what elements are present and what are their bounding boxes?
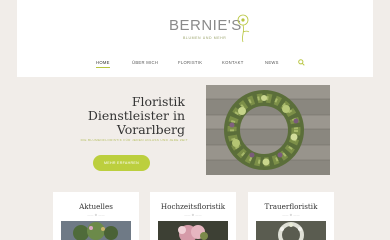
card-image [158,221,228,240]
card-title: Trauerfloristik [264,202,318,211]
site-header: BERNIE'S BLUMEN UND MEHR HOME ÜBER MICH … [17,0,373,77]
search-icon[interactable] [298,59,305,66]
nav-item-floristik[interactable]: FLORISTIK [178,60,202,65]
nav-item-kontakt[interactable]: KONTAKT [222,60,244,65]
card-title: Aktuelles [79,202,113,211]
logo-tagline: BLUMEN UND MEHR [183,36,227,40]
nav-item-news[interactable]: NEWS [265,60,279,65]
main-nav: HOME ÜBER MICH FLORISTIK KONTAKT NEWS [17,58,373,70]
wreath-image [206,85,330,175]
flower-logo-icon [237,14,250,43]
wreath-illustration [206,85,330,175]
card-image [256,221,326,240]
logo-wordmark: BERNIE'S [169,17,242,34]
card-image [61,221,131,240]
card-separator: —— ❁ —— [87,213,105,217]
card-hochzeitsfloristik[interactable]: Hochzeitsfloristik —— ❁ —— [150,192,236,240]
hero-title-line-1: Floristik [131,94,185,109]
hero-title-line-2: Dienstleister in [87,108,185,123]
card-trauerfloristik[interactable]: Trauerfloristik —— ❁ —— [248,192,334,240]
nav-item-home[interactable]: HOME [96,60,110,68]
more-info-button[interactable]: MEHR ERFAHREN [93,155,150,171]
hero-title-line-3: Vorarlberg [116,122,185,137]
site-logo[interactable]: BERNIE'S BLUMEN UND MEHR [169,14,255,44]
card-separator: —— ❁ —— [282,213,300,217]
card-title: Hochzeitsfloristik [160,202,226,211]
hero-title: Floristik Dienstleister in Vorarlberg [45,95,185,137]
hero-subtitle: DIE BLUMENFLORISTIK FÜR JEDEN ANLASS UND… [80,138,188,142]
nav-item-ueber-mich[interactable]: ÜBER MICH [132,60,158,65]
card-separator: —— ❁ —— [184,213,202,217]
card-aktuelles[interactable]: Aktuelles —— ❁ —— [53,192,139,240]
